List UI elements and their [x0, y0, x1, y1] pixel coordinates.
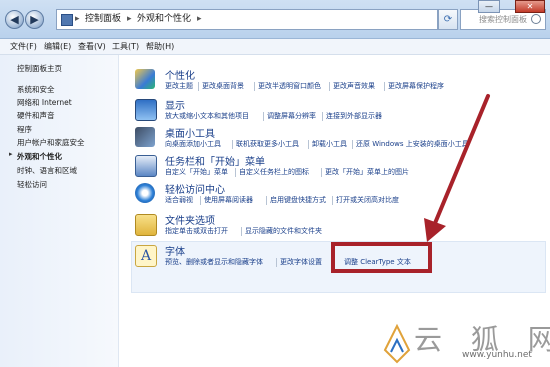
control-panel-window: ◀ ▶ ▸ 控制面板 ▸ 外观和个性化 ▸ ⟳ 搜索控制面板 — ✕ 文件(F)…	[0, 0, 550, 367]
watermark-url: www.yunhu.net	[462, 350, 532, 360]
